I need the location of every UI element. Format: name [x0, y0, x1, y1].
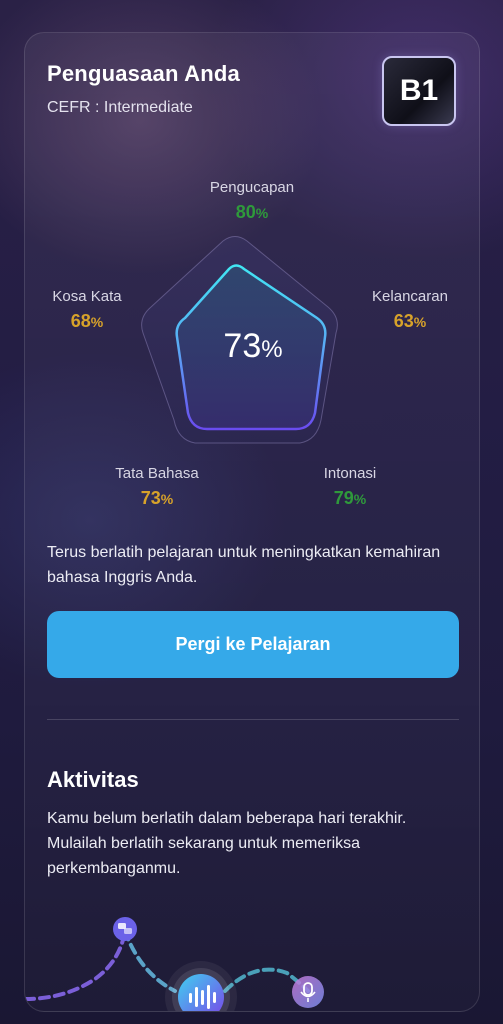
skill-value: 63% [393, 311, 427, 331]
skill-label: Pengucapan [209, 179, 295, 196]
skill-pronunciation: Pengucapan 80% [187, 179, 317, 223]
skill-label: Kosa Kata [52, 288, 122, 305]
chat-icon [113, 917, 137, 941]
skill-grammar: Tata Bahasa 73% [97, 465, 217, 509]
skill-intonation: Intonasi 79% [295, 465, 405, 509]
mastery-card: Penguasaan Anda CEFR : Intermediate B1 7… [24, 32, 480, 1012]
overall-score: 73% [223, 327, 283, 365]
skill-value: 80% [235, 202, 269, 222]
skill-fluency: Kelancaran 63% [355, 288, 465, 332]
skill-value: 68% [70, 311, 104, 331]
skill-label: Intonasi [323, 465, 377, 482]
skill-value: 73% [140, 488, 174, 508]
mastery-description: Terus berlatih pelajaran untuk meningkat… [47, 544, 441, 586]
progress-path-next [123, 929, 177, 993]
progress-path-done [25, 929, 127, 1001]
skill-label: Tata Bahasa [115, 465, 199, 482]
section-divider [47, 719, 459, 720]
go-to-lessons-button[interactable]: Pergi ke Pelajaran [47, 611, 459, 678]
microphone-icon [292, 976, 324, 1008]
activity-path-illustration [25, 917, 324, 1011]
skill-value: 79% [333, 488, 367, 508]
activity-description: Kamu belum berlatih dalam beberapa hari … [47, 810, 407, 877]
skill-label: Kelancaran [372, 288, 448, 305]
skill-vocabulary: Kosa Kata 68% [37, 288, 137, 332]
waveform-icon [165, 961, 237, 1011]
activity-title: Aktivitas [47, 767, 139, 792]
